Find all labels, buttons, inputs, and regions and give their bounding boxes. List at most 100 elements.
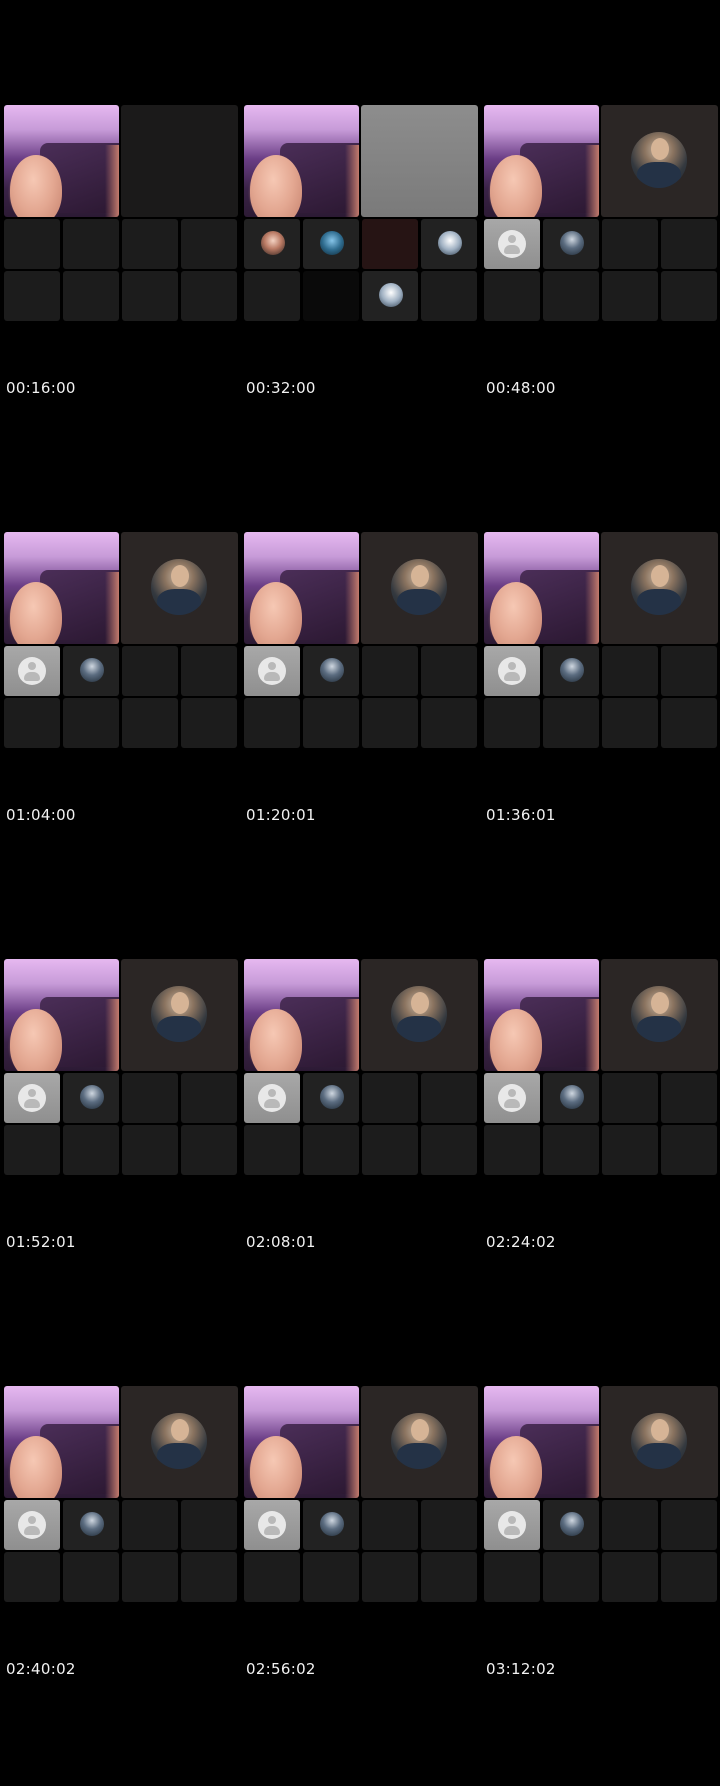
profile-photo-icon	[151, 1413, 207, 1469]
empty-participant-tile	[63, 698, 119, 748]
empty-participant-tile	[421, 1552, 477, 1602]
main-video-tile	[484, 1386, 599, 1498]
frame-timestamp: 02:40:02	[6, 1660, 76, 1678]
profile-photo-icon	[151, 986, 207, 1042]
profile-face	[171, 992, 189, 1014]
main-video-tile	[244, 1386, 359, 1498]
default-avatar-tile	[484, 1500, 540, 1550]
video-edge	[345, 999, 359, 1071]
participant-face	[10, 1436, 62, 1498]
main-video-tile	[244, 959, 359, 1071]
profile-face	[171, 565, 189, 587]
participant-photo-tile	[63, 1073, 119, 1123]
empty-participant-tile	[4, 219, 60, 269]
default-avatar-tile	[484, 1073, 540, 1123]
empty-participant-tile	[661, 1552, 717, 1602]
video-edge	[105, 145, 119, 217]
participant-grid	[484, 1386, 718, 1604]
participant-grid	[4, 959, 238, 1177]
frame-timestamp: 01:20:01	[246, 806, 316, 824]
participant-photo-tile	[543, 1500, 599, 1550]
profile-shirt	[157, 1016, 201, 1042]
participant-avatar-tile	[361, 532, 478, 644]
participant-face	[10, 155, 62, 217]
main-video-tile	[4, 1386, 119, 1498]
empty-participant-tile	[63, 1125, 119, 1175]
participant-grid	[484, 959, 718, 1177]
frame-timestamp: 00:48:00	[486, 379, 556, 397]
default-avatar-tile	[4, 1073, 60, 1123]
empty-participant-tile	[244, 1125, 300, 1175]
participant-face	[490, 1009, 542, 1071]
participant-photo-tile	[303, 1073, 359, 1123]
video-call-frame: 02:08:01	[244, 959, 478, 1359]
user-avatar-icon	[258, 1511, 286, 1539]
empty-participant-tile	[362, 1125, 418, 1175]
video-call-frame: 00:48:00	[484, 105, 718, 505]
frame-timestamp: 02:56:02	[246, 1660, 316, 1678]
profile-shirt	[397, 589, 441, 615]
empty-participant-tile	[303, 1552, 359, 1602]
participant-grid	[4, 532, 238, 750]
profile-face	[651, 1419, 669, 1441]
main-video-tile	[4, 105, 119, 217]
participant-face	[250, 1009, 302, 1071]
video-edge	[585, 999, 599, 1071]
empty-participant-tile	[602, 1552, 658, 1602]
empty-participant-tile	[661, 646, 717, 696]
default-avatar-tile	[244, 1500, 300, 1550]
video-edge	[105, 1426, 119, 1498]
frame-timestamp: 03:12:02	[486, 1660, 556, 1678]
participant-avatar-tile	[601, 959, 718, 1071]
participant-photo-tile	[543, 219, 599, 269]
user-avatar-icon	[18, 657, 46, 685]
profile-photo-icon	[391, 559, 447, 615]
frame-timestamp: 01:04:00	[6, 806, 76, 824]
empty-participant-tile	[244, 1552, 300, 1602]
empty-participant-tile	[122, 646, 178, 696]
user-avatar-icon	[18, 1084, 46, 1112]
video-edge	[585, 572, 599, 644]
empty-participant-tile	[661, 698, 717, 748]
empty-participant-tile	[362, 1552, 418, 1602]
empty-participant-tile	[122, 1500, 178, 1550]
default-avatar-tile	[244, 646, 300, 696]
participant-photo-tile	[244, 219, 300, 269]
profile-shirt	[157, 1443, 201, 1469]
participant-photo-icon	[560, 231, 584, 255]
empty-participant-tile	[362, 698, 418, 748]
empty-participant-tile	[602, 219, 658, 269]
profile-photo-icon	[391, 1413, 447, 1469]
empty-participant-tile	[421, 1073, 477, 1123]
video-edge	[105, 572, 119, 644]
empty-participant-tile	[421, 1500, 477, 1550]
main-video-tile	[4, 959, 119, 1071]
video-edge	[345, 1426, 359, 1498]
video-edge	[585, 1426, 599, 1498]
participant-grid	[244, 959, 478, 1177]
user-avatar-icon	[498, 230, 526, 258]
profile-shirt	[157, 589, 201, 615]
participant-face	[490, 582, 542, 644]
default-avatar-tile	[484, 219, 540, 269]
video-edge	[585, 145, 599, 217]
default-avatar-tile	[4, 1500, 60, 1550]
empty-participant-tile	[181, 1500, 237, 1550]
empty-participant-tile	[484, 271, 540, 321]
empty-participant-tile	[362, 219, 418, 269]
profile-photo-icon	[631, 1413, 687, 1469]
participant-grid	[244, 532, 478, 750]
loading-participant-tile	[361, 105, 478, 217]
participant-photo-tile	[303, 646, 359, 696]
participant-photo-icon	[80, 1512, 104, 1536]
video-call-frame: 02:40:02	[4, 1386, 238, 1786]
empty-participant-tile	[421, 271, 477, 321]
empty-participant-tile	[122, 1125, 178, 1175]
profile-face	[651, 138, 669, 160]
default-avatar-tile	[484, 646, 540, 696]
frame-timestamp: 01:36:01	[486, 806, 556, 824]
participant-face	[250, 1436, 302, 1498]
frame-timestamp: 00:16:00	[6, 379, 76, 397]
video-edge	[345, 145, 359, 217]
empty-participant-tile	[181, 1552, 237, 1602]
